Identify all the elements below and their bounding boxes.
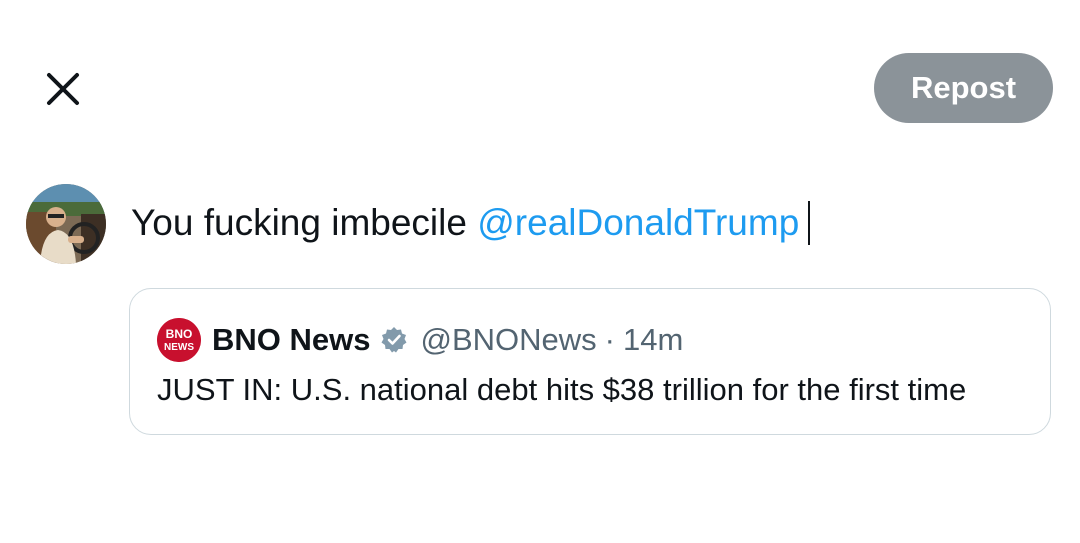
quoted-tweet-header: BNO NEWS BNO News @BNONews · 14m bbox=[157, 318, 684, 362]
quoted-author-handle: @BNONews bbox=[420, 322, 597, 357]
close-icon bbox=[47, 73, 79, 105]
text-caret bbox=[808, 201, 811, 245]
repost-button[interactable]: Repost bbox=[874, 53, 1053, 123]
compose-text-field[interactable]: You fucking imbecile @realDonaldTrump bbox=[131, 198, 811, 248]
close-button[interactable] bbox=[40, 66, 86, 112]
svg-text:BNO: BNO bbox=[166, 327, 193, 341]
user-avatar bbox=[26, 184, 106, 264]
verified-badge-icon bbox=[380, 326, 408, 354]
bno-news-logo: BNO NEWS bbox=[157, 318, 201, 362]
separator-dot: · bbox=[604, 322, 615, 357]
compose-text: You fucking imbecile bbox=[131, 202, 478, 243]
quoted-author-name[interactable]: BNO News bbox=[212, 322, 370, 358]
quoted-tweet-time: 14m bbox=[622, 322, 684, 357]
mention-link[interactable]: @realDonaldTrump bbox=[477, 198, 799, 248]
quoted-tweet-card[interactable]: BNO NEWS BNO News @BNONews · 14m JUST IN… bbox=[129, 288, 1051, 435]
quoted-tweet-text: JUST IN: U.S. national debt hits $38 tri… bbox=[157, 372, 967, 407]
avatar[interactable] bbox=[26, 184, 106, 264]
svg-text:NEWS: NEWS bbox=[164, 342, 194, 353]
